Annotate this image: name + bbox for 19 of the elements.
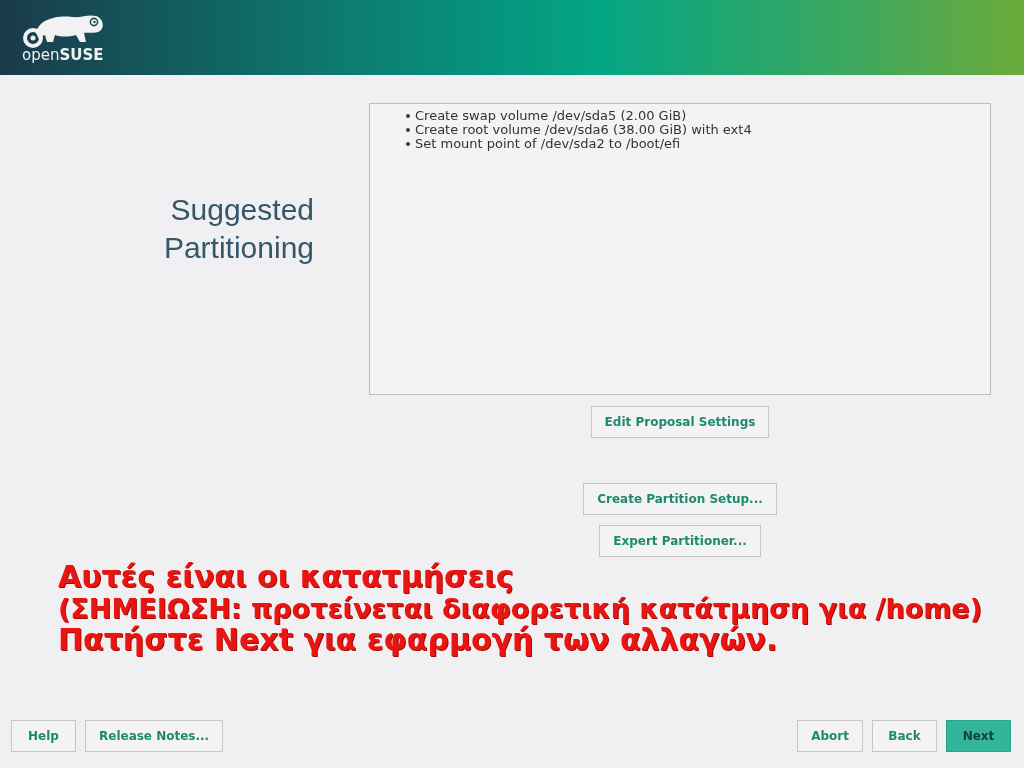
summary-item: Create swap volume /dev/sda5 (2.00 GiB) [415, 109, 687, 123]
partition-action-button[interactable]: Create Partition Setup... [583, 483, 777, 515]
bullet-icon [406, 114, 410, 118]
footer-button[interactable]: Release Notes... [85, 720, 224, 752]
annotation-heading: Αυτές είναι οι κατατμήσεις [58, 561, 515, 593]
bullet-icon [406, 142, 410, 146]
page-title: Suggested Partitioning [162, 192, 314, 266]
summary-item: Create root volume /dev/sda6 (38.00 GiB) with ext4 [415, 123, 752, 137]
footer-button[interactable]: Help [11, 720, 76, 752]
edit-proposal-button[interactable]: Edit Proposal Settings [590, 406, 770, 438]
partition-action-button[interactable]: Expert Partitioner... [599, 525, 761, 557]
annotation-note: (ΣΗΜΕΙΩΣΗ: προτείνεται διαφορετική κατάτμηση για /home) [58, 593, 984, 624]
summary-item: Set mount point of /dev/sda2 to /boot/efi [415, 137, 681, 151]
footer-button[interactable]: Back [872, 720, 937, 752]
bullet-icon [406, 128, 410, 132]
logo-text: openSUSE [22, 48, 104, 63]
footer-button[interactable]: Next [946, 720, 1011, 752]
footer-button[interactable]: Abort [797, 720, 863, 752]
annotation-instruction: Πατήστε Next για εφαρμογή των αλλαγών. [58, 624, 778, 656]
